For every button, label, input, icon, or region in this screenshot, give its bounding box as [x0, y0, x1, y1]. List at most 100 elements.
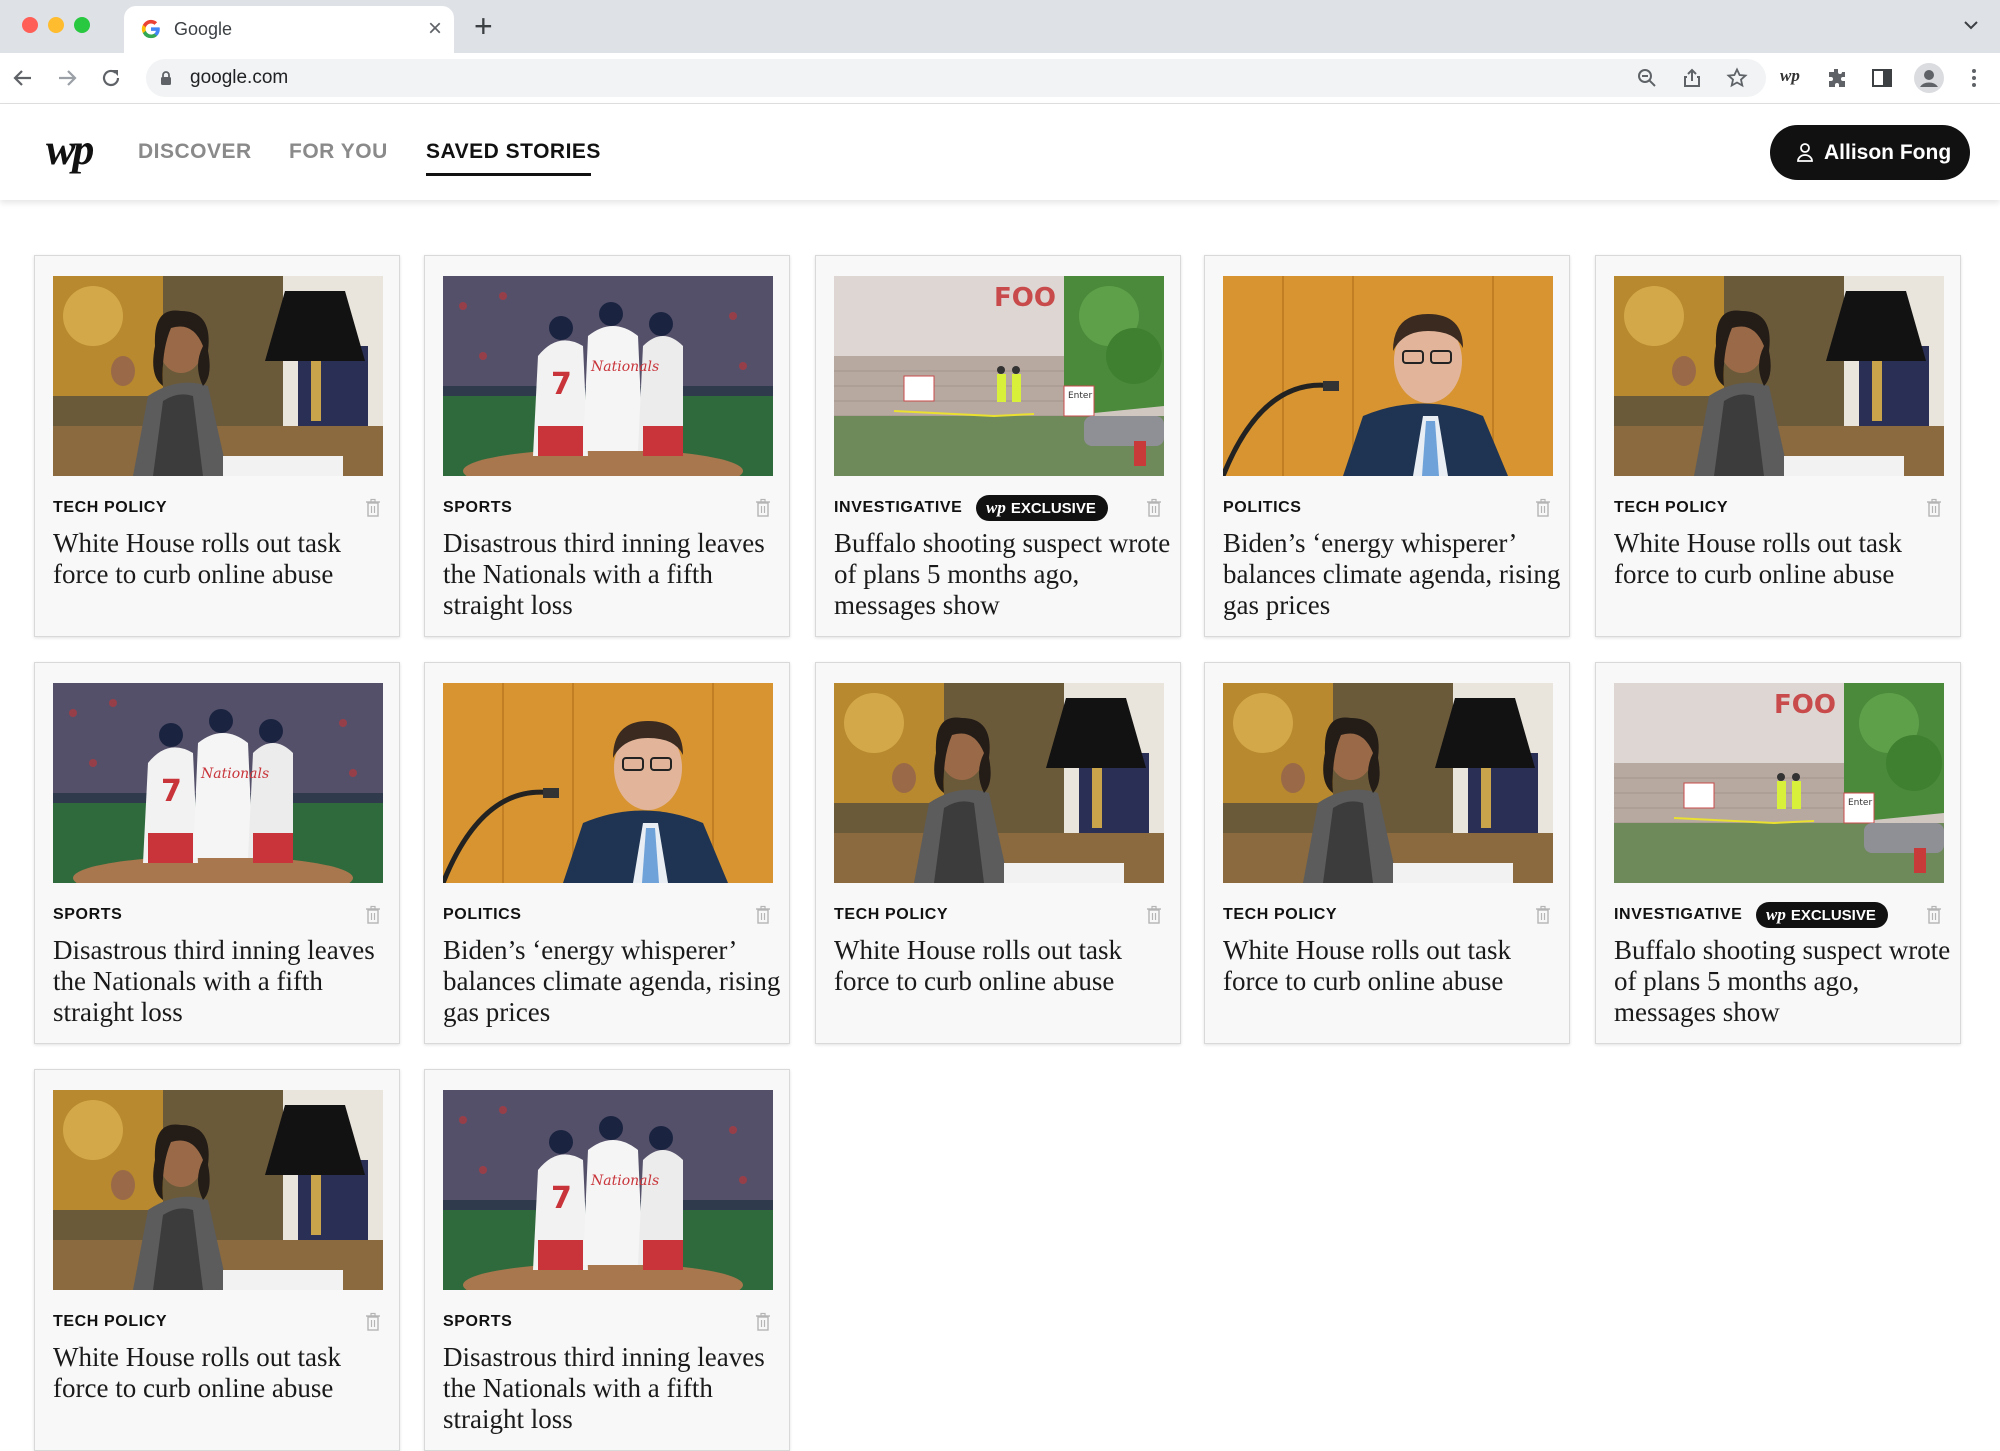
- chevron-down-icon[interactable]: [1962, 16, 1980, 34]
- story-category[interactable]: POLITICS: [443, 906, 522, 924]
- browser-toolbar: google.com wp: [0, 53, 2000, 104]
- story-meta: SPORTS: [443, 1309, 773, 1335]
- story-thumbnail-image[interactable]: [53, 276, 383, 476]
- trash-icon[interactable]: [1535, 905, 1551, 925]
- story-card[interactable]: TECH POLICY White House rolls out task f…: [34, 255, 400, 637]
- story-category[interactable]: INVESTIGATIVE: [834, 499, 962, 517]
- story-meta: INVESTIGATIVE wp EXCLUSIVE: [834, 495, 1164, 521]
- story-thumbnail-image[interactable]: 7 Nationals: [53, 683, 383, 883]
- story-category[interactable]: TECH POLICY: [1614, 499, 1728, 517]
- reload-icon[interactable]: [98, 65, 124, 91]
- trash-icon[interactable]: [755, 905, 771, 925]
- story-card[interactable]: POLITICS Biden’s ‘energy whisperer’ bala…: [1204, 255, 1570, 637]
- trash-icon[interactable]: [1535, 498, 1551, 518]
- story-category[interactable]: POLITICS: [1223, 499, 1302, 517]
- story-card[interactable]: FOO Enter INVESTIGATIVE wp EXCLUSIVE Buff…: [1595, 662, 1961, 1044]
- story-card[interactable]: TECH POLICY White House rolls out task f…: [815, 662, 1181, 1044]
- trash-icon[interactable]: [1146, 498, 1162, 518]
- story-category[interactable]: TECH POLICY: [53, 499, 167, 517]
- story-meta: INVESTIGATIVE wp EXCLUSIVE: [1614, 902, 1944, 928]
- story-thumbnail-image[interactable]: [53, 1090, 383, 1290]
- window-minimize-button[interactable]: [48, 17, 64, 33]
- story-headline[interactable]: Disastrous third inning leaves the Natio…: [443, 528, 783, 621]
- story-meta: SPORTS: [53, 902, 383, 928]
- story-category[interactable]: SPORTS: [443, 1313, 512, 1331]
- window-maximize-button[interactable]: [74, 17, 90, 33]
- story-card[interactable]: 7 Nationals SPORTS Disastrous third inni…: [424, 1069, 790, 1451]
- trash-icon[interactable]: [755, 1312, 771, 1332]
- trash-icon[interactable]: [1926, 905, 1942, 925]
- tab-close-icon[interactable]: ×: [428, 15, 442, 43]
- story-category[interactable]: SPORTS: [443, 499, 512, 517]
- story-headline[interactable]: Biden’s ‘energy whisperer’ balances clim…: [443, 935, 783, 1028]
- story-category[interactable]: INVESTIGATIVE: [1614, 906, 1742, 924]
- story-headline[interactable]: Buffalo shooting suspect wrote of plans …: [834, 528, 1174, 621]
- story-thumbnail-image[interactable]: FOO Enter: [834, 276, 1164, 476]
- share-icon[interactable]: [1681, 67, 1703, 89]
- trash-icon[interactable]: [365, 1312, 381, 1332]
- profile-avatar-icon[interactable]: [1914, 63, 1944, 93]
- story-meta: SPORTS: [443, 495, 773, 521]
- story-category[interactable]: TECH POLICY: [834, 906, 948, 924]
- url-text[interactable]: google.com: [190, 67, 288, 89]
- story-headline[interactable]: Biden’s ‘energy whisperer’ balances clim…: [1223, 528, 1563, 621]
- story-headline[interactable]: Disastrous third inning leaves the Natio…: [443, 1342, 783, 1435]
- story-thumbnail-image[interactable]: [1223, 683, 1553, 883]
- story-thumbnail-image[interactable]: [443, 683, 773, 883]
- forward-arrow-icon[interactable]: [54, 65, 80, 91]
- story-card[interactable]: TECH POLICY White House rolls out task f…: [1595, 255, 1961, 637]
- story-thumbnail-image[interactable]: [1223, 276, 1553, 476]
- story-thumbnail-image[interactable]: FOO Enter: [1614, 683, 1944, 883]
- story-card[interactable]: 7 Nationals SPORTS Disastrous third inni…: [424, 255, 790, 637]
- story-card[interactable]: 7 Nationals SPORTS Disastrous third inni…: [34, 662, 400, 1044]
- svg-text:FOO: FOO: [1774, 690, 1836, 720]
- trash-icon[interactable]: [365, 905, 381, 925]
- story-category[interactable]: TECH POLICY: [1223, 906, 1337, 924]
- browser-tab[interactable]: Google ×: [124, 6, 454, 53]
- wp-extension-icon[interactable]: wp: [1780, 66, 1810, 90]
- nav-saved-stories[interactable]: SAVED STORIES: [426, 140, 601, 164]
- active-tab-underline: [426, 173, 591, 176]
- story-headline[interactable]: White House rolls out task force to curb…: [834, 935, 1174, 997]
- svg-text:FOO: FOO: [994, 283, 1056, 313]
- trash-icon[interactable]: [1926, 498, 1942, 518]
- story-meta: TECH POLICY: [53, 495, 383, 521]
- story-meta: POLITICS: [443, 902, 773, 928]
- more-vert-icon[interactable]: [1962, 66, 1986, 90]
- trash-icon[interactable]: [365, 498, 381, 518]
- address-bar[interactable]: google.com: [146, 59, 1766, 97]
- story-thumbnail-image[interactable]: 7 Nationals: [443, 1090, 773, 1290]
- trash-icon[interactable]: [755, 498, 771, 518]
- wp-logo[interactable]: wp: [46, 124, 94, 175]
- bookmark-star-icon[interactable]: [1726, 67, 1748, 89]
- nav-discover[interactable]: DISCOVER: [138, 140, 252, 164]
- user-account-button[interactable]: Allison Fong: [1770, 125, 1970, 180]
- svg-text:Enter: Enter: [1848, 798, 1872, 808]
- story-headline[interactable]: White House rolls out task force to curb…: [1614, 528, 1954, 590]
- story-headline[interactable]: White House rolls out task force to curb…: [53, 528, 393, 590]
- story-card[interactable]: POLITICS Biden’s ‘energy whisperer’ bala…: [424, 662, 790, 1044]
- side-panel-icon[interactable]: [1870, 66, 1894, 90]
- story-category[interactable]: TECH POLICY: [53, 1313, 167, 1331]
- svg-text:7: 7: [551, 367, 572, 402]
- site-header: wp DISCOVER FOR YOU SAVED STORIES Alliso…: [0, 104, 2000, 200]
- extensions-puzzle-icon[interactable]: [1825, 66, 1849, 90]
- story-category[interactable]: SPORTS: [53, 906, 122, 924]
- exclusive-badge: wp EXCLUSIVE: [1756, 902, 1888, 928]
- story-card[interactable]: TECH POLICY White House rolls out task f…: [1204, 662, 1570, 1044]
- back-arrow-icon[interactable]: [10, 65, 36, 91]
- story-headline[interactable]: Buffalo shooting suspect wrote of plans …: [1614, 935, 1954, 1028]
- nav-for-you[interactable]: FOR YOU: [289, 140, 388, 164]
- trash-icon[interactable]: [1146, 905, 1162, 925]
- story-thumbnail-image[interactable]: [834, 683, 1164, 883]
- story-thumbnail-image[interactable]: 7 Nationals: [443, 276, 773, 476]
- story-headline[interactable]: White House rolls out task force to curb…: [1223, 935, 1563, 997]
- window-close-button[interactable]: [22, 17, 38, 33]
- zoom-icon[interactable]: [1636, 67, 1658, 89]
- story-headline[interactable]: Disastrous third inning leaves the Natio…: [53, 935, 393, 1028]
- story-card[interactable]: TECH POLICY White House rolls out task f…: [34, 1069, 400, 1451]
- story-thumbnail-image[interactable]: [1614, 276, 1944, 476]
- new-tab-button[interactable]: +: [474, 10, 493, 42]
- story-card[interactable]: FOO Enter INVESTIGATIVE wp EXCLUSIVE Buff…: [815, 255, 1181, 637]
- story-headline[interactable]: White House rolls out task force to curb…: [53, 1342, 393, 1404]
